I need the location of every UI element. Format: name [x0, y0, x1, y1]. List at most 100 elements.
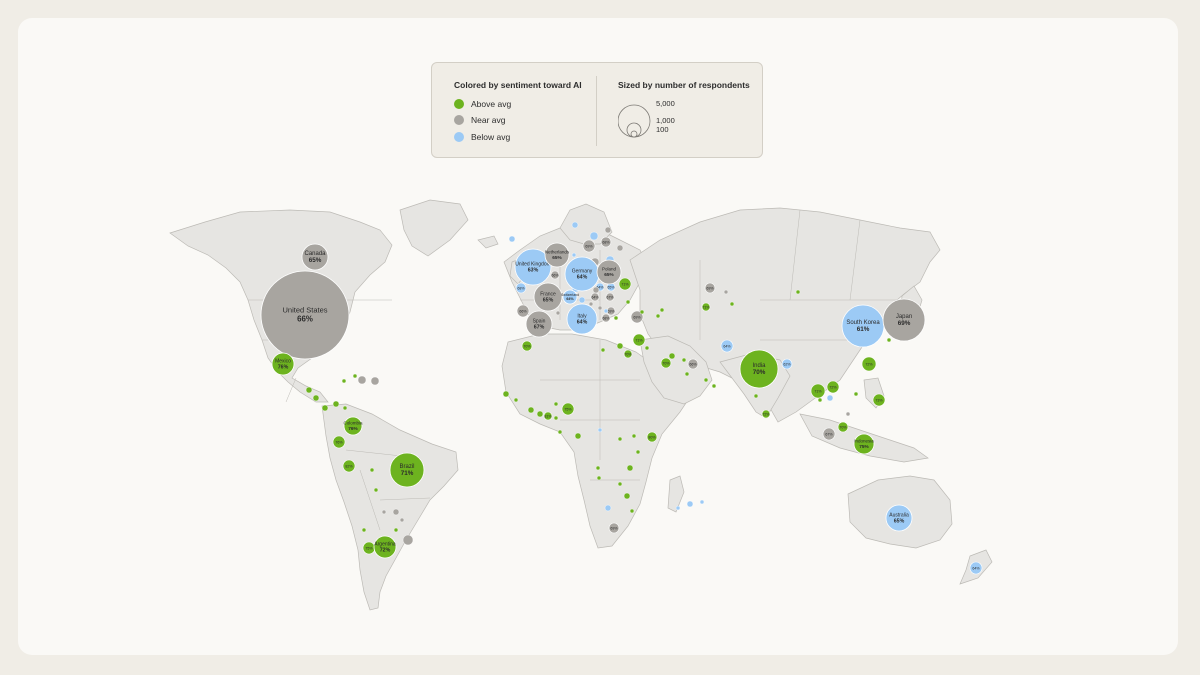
minor-country-dot[interactable]: [597, 427, 603, 433]
minor-country-dot[interactable]: [623, 492, 631, 500]
minor-country-dot[interactable]: [631, 433, 637, 439]
minor-country-dot[interactable]: [668, 352, 676, 360]
minor-country-dot[interactable]: [553, 415, 559, 421]
minor-country-dot[interactable]: [574, 432, 582, 440]
minor-country-dot[interactable]: [373, 487, 379, 493]
minor-country-dot[interactable]: [711, 383, 717, 389]
bubble-south-korea[interactable]: South Korea61%: [841, 304, 885, 348]
minor-country-dot[interactable]: [571, 221, 579, 229]
minor-country-dot[interactable]: [729, 301, 735, 307]
small-country-bubble[interactable]: 72%: [826, 380, 840, 394]
bubble-india[interactable]: India70%: [739, 349, 779, 389]
small-country-bubble[interactable]: 64%: [590, 292, 599, 302]
small-country-bubble[interactable]: 73%: [872, 393, 886, 407]
minor-country-dot[interactable]: [613, 315, 619, 321]
minor-country-dot[interactable]: [626, 464, 634, 472]
minor-country-dot[interactable]: [370, 376, 380, 386]
small-country-bubble[interactable]: 66%: [550, 270, 559, 280]
minor-country-dot[interactable]: [357, 375, 367, 385]
small-country-bubble[interactable]: 69%: [704, 282, 716, 294]
minor-country-dot[interactable]: [723, 289, 729, 295]
minor-country-dot[interactable]: [703, 377, 709, 383]
minor-country-dot[interactable]: [392, 508, 400, 516]
small-country-bubble[interactable]: 72%: [861, 356, 877, 372]
minor-country-dot[interactable]: [557, 429, 563, 435]
minor-country-dot[interactable]: [589, 231, 599, 241]
bubble-united-states[interactable]: United States66%: [260, 270, 350, 360]
small-country-bubble[interactable]: 71%: [632, 333, 646, 347]
minor-country-dot[interactable]: [508, 235, 516, 243]
small-country-bubble[interactable]: 70%: [521, 340, 533, 352]
minor-country-dot[interactable]: [402, 534, 414, 546]
minor-country-dot[interactable]: [341, 378, 347, 384]
minor-country-dot[interactable]: [681, 357, 687, 363]
minor-country-dot[interactable]: [513, 397, 519, 403]
small-country-bubble[interactable]: 69%: [582, 239, 596, 253]
minor-country-dot[interactable]: [536, 410, 544, 418]
bubble-argentina[interactable]: Argentina72%: [373, 535, 397, 559]
small-country-bubble[interactable]: 69%: [606, 306, 615, 316]
small-country-bubble[interactable]: 71%: [618, 277, 632, 291]
small-country-bubble[interactable]: 68%: [515, 282, 527, 294]
minor-country-dot[interactable]: [639, 309, 645, 315]
minor-country-dot[interactable]: [381, 509, 387, 515]
bubble-germany[interactable]: Germany64%: [564, 256, 600, 292]
minor-country-dot[interactable]: [845, 411, 851, 417]
small-country-bubble[interactable]: 71%: [701, 302, 710, 312]
small-country-bubble[interactable]: 70%: [837, 421, 849, 433]
minor-country-dot[interactable]: [399, 517, 405, 523]
small-country-bubble[interactable]: 75%: [362, 541, 376, 555]
minor-country-dot[interactable]: [592, 286, 600, 294]
small-country-bubble[interactable]: 68%: [601, 313, 610, 323]
minor-country-dot[interactable]: [321, 404, 329, 412]
minor-country-dot[interactable]: [886, 337, 892, 343]
small-country-bubble[interactable]: 76%: [332, 435, 346, 449]
minor-country-dot[interactable]: [588, 301, 594, 307]
minor-country-dot[interactable]: [635, 449, 641, 455]
small-country-bubble[interactable]: 64%: [969, 561, 983, 575]
small-country-bubble[interactable]: 70%: [623, 349, 632, 359]
small-country-bubble[interactable]: 69%: [608, 522, 620, 534]
minor-country-dot[interactable]: [616, 244, 624, 252]
bubble-indonesia[interactable]: Indonesia75%: [853, 433, 875, 455]
minor-country-dot[interactable]: [332, 400, 340, 408]
small-country-bubble[interactable]: 64%: [720, 339, 734, 353]
bubble-japan[interactable]: Japan69%: [882, 298, 926, 342]
small-country-bubble[interactable]: 71%: [810, 383, 826, 399]
minor-country-dot[interactable]: [629, 508, 635, 514]
small-country-bubble[interactable]: 80%: [646, 431, 658, 443]
minor-country-dot[interactable]: [312, 394, 320, 402]
minor-country-dot[interactable]: [553, 401, 559, 407]
minor-country-dot[interactable]: [305, 386, 313, 394]
small-country-bubble[interactable]: 81%: [543, 411, 552, 421]
minor-country-dot[interactable]: [352, 373, 358, 379]
small-country-bubble[interactable]: 68%: [600, 236, 612, 248]
small-country-bubble[interactable]: 72%: [761, 409, 770, 419]
minor-country-dot[interactable]: [686, 500, 694, 508]
minor-country-dot[interactable]: [604, 226, 612, 234]
minor-country-dot[interactable]: [675, 505, 681, 511]
small-country-bubble[interactable]: 67%: [605, 292, 614, 302]
minor-country-dot[interactable]: [655, 313, 661, 319]
minor-country-dot[interactable]: [393, 527, 399, 533]
minor-country-dot[interactable]: [617, 436, 623, 442]
minor-country-dot[interactable]: [753, 393, 759, 399]
minor-country-dot[interactable]: [617, 481, 623, 487]
minor-country-dot[interactable]: [616, 342, 624, 350]
bubble-italy[interactable]: Italy64%: [566, 303, 598, 335]
bubble-poland[interactable]: Poland65%: [596, 259, 622, 285]
bubble-france[interactable]: France65%: [533, 282, 563, 312]
minor-country-dot[interactable]: [604, 504, 612, 512]
minor-country-dot[interactable]: [603, 308, 609, 314]
bubble-australia[interactable]: Australia65%: [885, 504, 913, 532]
minor-country-dot[interactable]: [659, 307, 665, 313]
small-country-bubble[interactable]: 66%: [516, 304, 530, 318]
minor-country-dot[interactable]: [527, 406, 535, 414]
minor-country-dot[interactable]: [817, 397, 823, 403]
minor-country-dot[interactable]: [361, 527, 367, 533]
bubble-brazil[interactable]: Brazil71%: [389, 452, 425, 488]
minor-country-dot[interactable]: [600, 347, 606, 353]
minor-country-dot[interactable]: [571, 252, 577, 258]
minor-country-dot[interactable]: [595, 465, 601, 471]
minor-country-dot[interactable]: [502, 390, 510, 398]
